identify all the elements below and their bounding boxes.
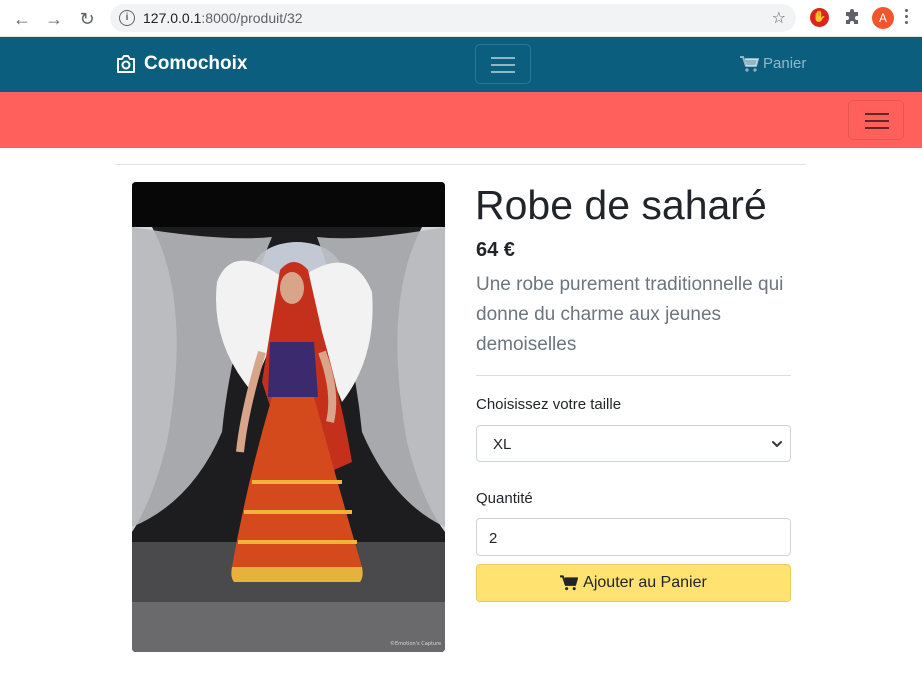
- quantity-input[interactable]: 2: [476, 518, 791, 556]
- camera-icon: [117, 55, 135, 73]
- extensions-puzzle-icon[interactable]: [842, 8, 862, 28]
- url-text[interactable]: 127.0.0.1:8000/produit/32: [143, 10, 303, 26]
- secondary-navbar: [0, 92, 922, 148]
- reload-icon[interactable]: ↻: [76, 8, 98, 30]
- size-select-value: XL: [493, 436, 512, 453]
- add-to-cart-label: Ajouter au Panier: [583, 574, 707, 591]
- quantity-value: 2: [489, 530, 498, 547]
- size-select[interactable]: XL: [476, 425, 791, 462]
- bookmark-star-icon[interactable]: ☆: [772, 8, 786, 28]
- chevron-down-icon: [772, 441, 782, 447]
- brand-link[interactable]: Comochoix: [116, 53, 247, 75]
- address-bar[interactable]: i 127.0.0.1:8000/produit/32 ☆: [110, 4, 796, 32]
- divider: [116, 164, 806, 165]
- navbar-toggler-button[interactable]: [475, 44, 531, 84]
- profile-avatar[interactable]: A: [872, 7, 894, 29]
- shopping-cart-icon: [740, 55, 759, 72]
- brand-name: Comochoix: [144, 53, 248, 74]
- hamburger-icon: [491, 57, 515, 59]
- hamburger-icon: [865, 113, 889, 115]
- add-to-cart-button[interactable]: Ajouter au Panier: [476, 564, 791, 602]
- browser-toolbar: ← → ↻ i 127.0.0.1:8000/produit/32 ☆ ✋ A: [0, 0, 922, 37]
- browser-menu-icon[interactable]: [905, 9, 909, 27]
- cart-link[interactable]: Panier: [740, 55, 806, 72]
- secondary-navbar-toggler-button[interactable]: [848, 100, 904, 140]
- shopping-cart-icon: [560, 575, 579, 591]
- product-image: ©Emotion's Capture: [132, 182, 445, 652]
- product-price: 64 €: [476, 239, 515, 261]
- size-label: Choisissez votre taille: [476, 396, 622, 413]
- adblock-extension-icon[interactable]: ✋: [810, 8, 829, 27]
- product-description: Une robe purement traditionnelle qui don…: [476, 274, 784, 355]
- divider: [476, 375, 791, 376]
- forward-arrow-icon[interactable]: →: [43, 8, 65, 30]
- site-navbar: Comochoix Panier: [0, 37, 922, 92]
- quantity-label: Quantité: [476, 490, 533, 507]
- back-arrow-icon[interactable]: ←: [11, 8, 33, 30]
- photo-credit: ©Emotion's Capture: [390, 640, 441, 647]
- info-icon[interactable]: i: [119, 10, 135, 26]
- product-title: Robe de saharé: [475, 182, 767, 228]
- cart-label: Panier: [763, 55, 807, 72]
